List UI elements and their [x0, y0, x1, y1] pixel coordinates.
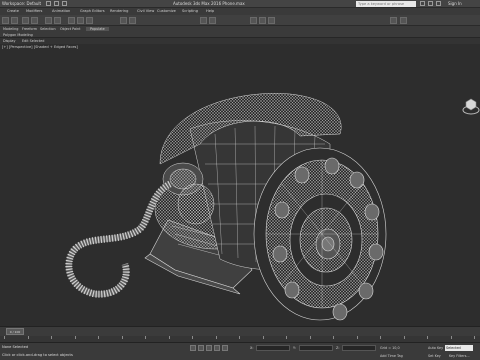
link-icon[interactable]: [22, 17, 29, 24]
tab-populate[interactable]: Populate: [86, 27, 109, 31]
tab-selection[interactable]: Selection: [40, 27, 56, 31]
open-file-icon[interactable]: [54, 1, 59, 6]
timeline-tick: [98, 336, 99, 339]
timeline-tick: [262, 336, 264, 339]
redo-icon[interactable]: [11, 17, 18, 24]
timeline-tick: [74, 336, 76, 339]
search-input[interactable]: Type a keyword or phrase: [356, 1, 416, 7]
menu-item-customize[interactable]: Customize: [157, 9, 176, 13]
menu-item-modifiers[interactable]: Modifiers: [26, 9, 42, 13]
phone-cord: [65, 180, 172, 298]
x-label: X:: [250, 346, 254, 350]
scene-explorer-icon[interactable]: [400, 17, 407, 24]
timeline-tick: [239, 336, 240, 339]
timeline-tick: [27, 336, 29, 339]
perspective-viewport[interactable]: [+] [Perspective] [Shaded + Edged Faces]: [0, 44, 480, 326]
timeline-tick: [403, 336, 405, 339]
play-icon[interactable]: [206, 345, 212, 351]
menu-item-scripting[interactable]: Scripting: [182, 9, 198, 13]
main-toolbar: [0, 15, 480, 26]
tab-freeform[interactable]: Freeform: [22, 27, 37, 31]
select-by-name-icon[interactable]: [54, 17, 61, 24]
new-file-icon[interactable]: [46, 1, 51, 6]
timeline-tick: [333, 336, 334, 339]
info-icon[interactable]: [420, 1, 425, 6]
window-title: Autodesk 3ds Max 2016 Phone.max: [173, 1, 245, 6]
filter-edit-selected[interactable]: Edit Selected: [22, 39, 44, 43]
timeline-tick: [168, 336, 170, 339]
menu-item-civil-view[interactable]: Civil View: [137, 9, 154, 13]
timeline-tick: [4, 336, 5, 339]
timeline-tick: [145, 336, 146, 339]
workspace-selector[interactable]: Workspace: Default: [2, 1, 41, 6]
material-editor-icon[interactable]: [250, 17, 257, 24]
timeline-tick: [309, 336, 311, 339]
timeline-tick: [380, 336, 381, 339]
x-coordinate-field[interactable]: [256, 345, 290, 351]
viewcube-icon[interactable]: [462, 96, 480, 116]
menu-bar: Create Modifiers Animation Graph Editors…: [0, 8, 480, 15]
help-icon[interactable]: [436, 1, 441, 6]
z-label: Z:: [336, 346, 340, 350]
graphite-icon[interactable]: [390, 17, 397, 24]
title-bar: Workspace: Default Autodesk 3ds Max 2016…: [0, 0, 480, 8]
filter-display[interactable]: Display: [3, 39, 16, 43]
timeline-tick: [192, 336, 193, 339]
move-icon[interactable]: [68, 17, 75, 24]
tab-object-paint[interactable]: Object Paint: [60, 27, 81, 31]
angle-snap-icon[interactable]: [129, 17, 136, 24]
previous-frame-icon[interactable]: [198, 345, 204, 351]
menu-item-animation[interactable]: Animation: [52, 9, 70, 13]
add-time-tag-button[interactable]: Add Time Tag: [380, 354, 403, 358]
phone-dial: [253, 147, 387, 321]
tab-modeling[interactable]: Modeling: [3, 27, 18, 31]
align-icon[interactable]: [209, 17, 216, 24]
user-icon[interactable]: [428, 1, 433, 6]
track-bar[interactable]: [0, 336, 480, 343]
mirror-icon[interactable]: [200, 17, 207, 24]
timeline-tick: [474, 336, 475, 339]
scale-icon[interactable]: [86, 17, 93, 24]
status-prompt: Click or click-and-drag to select object…: [2, 353, 73, 357]
time-slider[interactable]: 0 / 100: [6, 328, 24, 335]
go-to-end-icon[interactable]: [222, 345, 228, 351]
ribbon-polygon-modeling[interactable]: Polygon Modeling: [3, 33, 33, 37]
grid-size: Grid = 10,0: [380, 346, 400, 350]
select-object-icon[interactable]: [45, 17, 52, 24]
set-key-button[interactable]: Set Key: [428, 354, 441, 358]
snap-icon[interactable]: [120, 17, 127, 24]
timeline-tick: [51, 336, 52, 339]
auto-key-button[interactable]: Auto Key: [428, 346, 443, 350]
unlink-icon[interactable]: [31, 17, 38, 24]
menu-item-rendering[interactable]: Rendering: [110, 9, 128, 13]
timeline-tick: [121, 336, 123, 339]
undo-icon[interactable]: [2, 17, 9, 24]
timeline-tick: [215, 336, 217, 339]
z-coordinate-field[interactable]: [342, 345, 376, 351]
phone-wireframe-model: [65, 93, 387, 321]
render-setup-icon[interactable]: [259, 17, 266, 24]
menu-item-create[interactable]: Create: [7, 9, 19, 13]
menu-item-graph-editors[interactable]: Graph Editors: [80, 9, 105, 13]
render-icon[interactable]: [268, 17, 275, 24]
selection-count: None Selected: [2, 345, 29, 349]
time-slider-bar: 0 / 100: [0, 326, 480, 336]
timeline-tick: [286, 336, 287, 339]
timeline-tick: [450, 336, 452, 339]
key-set-dropdown[interactable]: Selected: [445, 345, 473, 351]
y-coordinate-field[interactable]: [299, 345, 333, 351]
status-bar: None Selected Click or click-and-drag to…: [0, 343, 480, 360]
next-frame-icon[interactable]: [214, 345, 220, 351]
y-label: Y:: [293, 346, 296, 350]
key-filters-button[interactable]: Key Filters...: [449, 354, 470, 358]
timeline-tick: [427, 336, 428, 339]
viewport-label[interactable]: [+] [Perspective] [Shaded + Edged Faces]: [2, 45, 78, 49]
go-to-start-icon[interactable]: [190, 345, 196, 351]
sign-in-link[interactable]: Sign In: [448, 1, 462, 6]
rotate-icon[interactable]: [77, 17, 84, 24]
timeline-tick: [356, 336, 358, 339]
save-file-icon[interactable]: [62, 1, 67, 6]
menu-item-help[interactable]: Help: [206, 9, 214, 13]
